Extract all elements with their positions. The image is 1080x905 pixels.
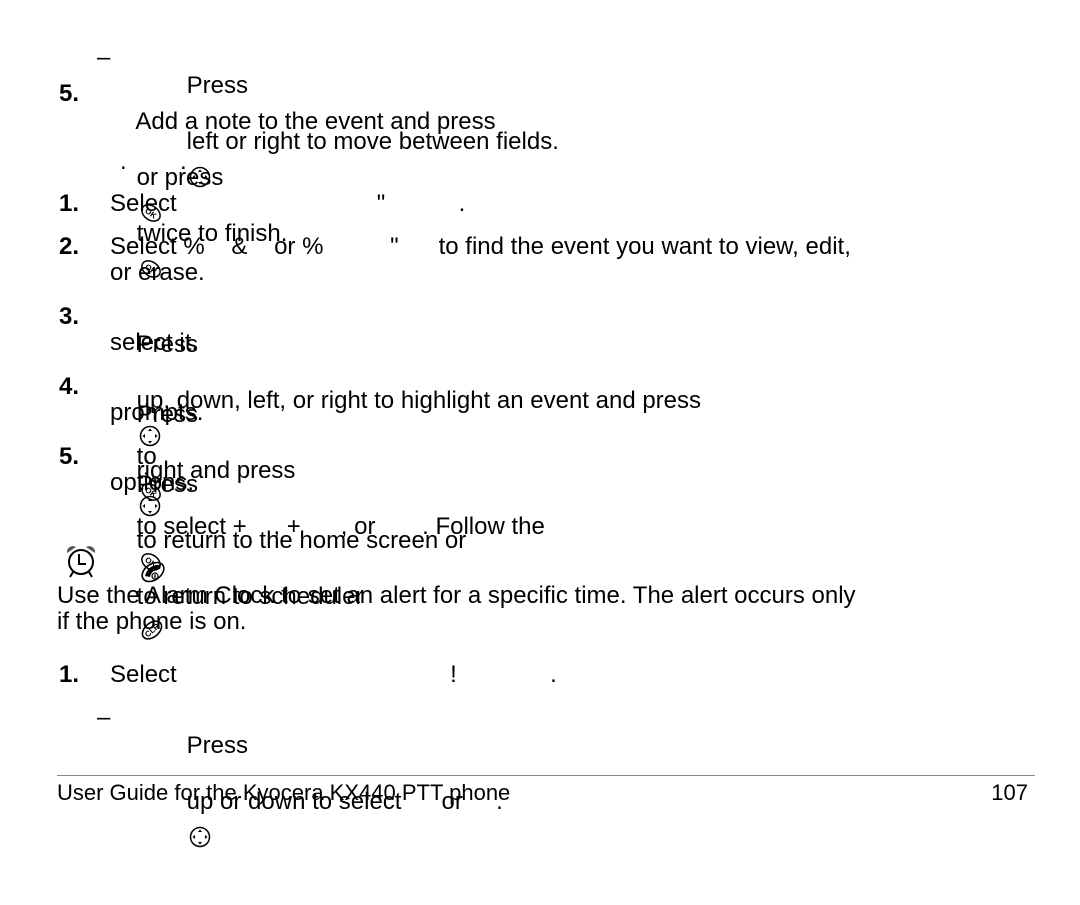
sub-step-dash: – (97, 704, 111, 731)
end-key-icon (139, 503, 167, 582)
sub-step-text: Press (186, 732, 249, 759)
manual-page: – Press left or right to move between fi… (0, 0, 1080, 847)
step-text: to return to the home screen or (136, 527, 467, 554)
sub-step-dash: – (97, 44, 111, 71)
step-number: 1. (59, 661, 80, 688)
page-number: 107 (991, 780, 1028, 805)
step-select-action-line2: prompts. (110, 399, 204, 426)
alarm-intro-line2: if the phone is on. (57, 608, 247, 635)
alarm-intro-line1: Use the Alarm Clock to set an alert for … (57, 582, 856, 609)
step-select-view-line1: Select % & or % " to find the event you … (110, 233, 851, 260)
step-number: 2. (59, 233, 80, 260)
step-number: 5. (59, 80, 80, 107)
step-number: 5. (59, 443, 80, 470)
step-number: 3. (59, 303, 80, 330)
section-heading-fragment: . . (120, 148, 187, 175)
step-number: 4. (59, 373, 80, 400)
step-number: 1. (59, 190, 80, 217)
step-select-scheduler: Select " . (110, 190, 466, 217)
step-highlight-event-line2: select it. (110, 329, 199, 356)
footer-divider (57, 775, 1035, 776)
alarm-clock-icon (64, 544, 98, 580)
alarm-sub-step: Press up or down to select or . (160, 704, 503, 847)
step-return-home-line2: options. (110, 469, 195, 496)
step-text: Add a note to the event and press (135, 108, 496, 135)
footer-title: User Guide for the Kyocera KX440 PTT pho… (57, 780, 511, 805)
step-select-view-line2: or erase. (110, 259, 205, 286)
alarm-step-select: Select ! . (110, 661, 557, 688)
